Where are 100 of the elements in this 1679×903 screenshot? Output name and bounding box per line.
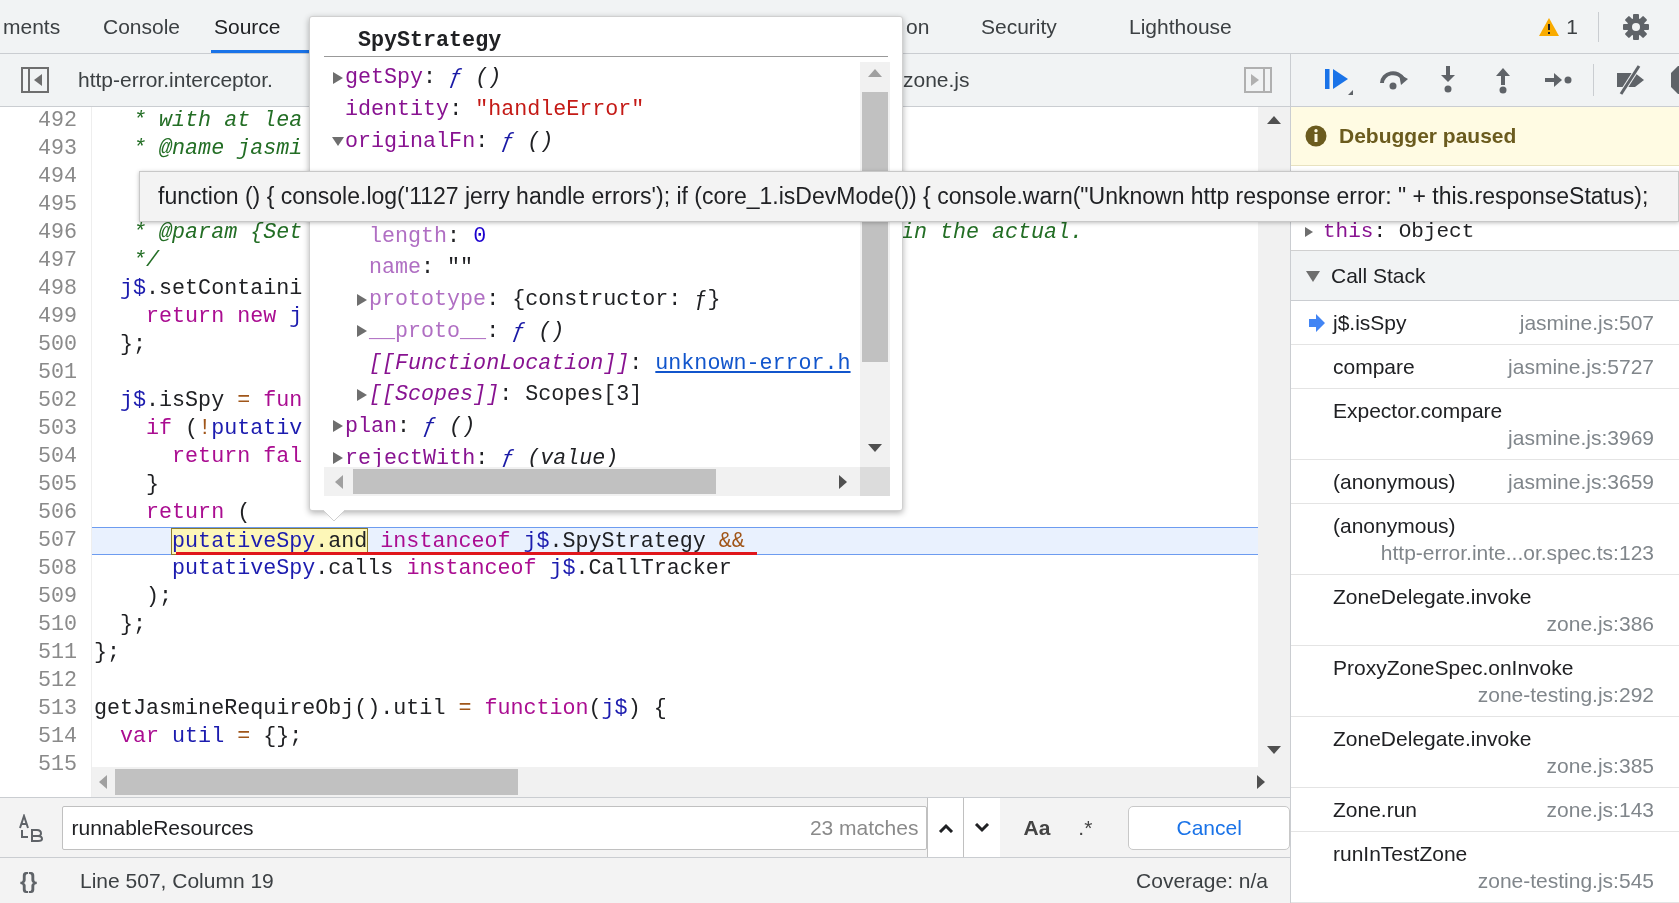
match-case-button[interactable]: Aa — [1023, 815, 1051, 840]
line-number: 497 — [37, 247, 77, 275]
line-number: 514 — [37, 723, 77, 751]
expand-arrow-icon[interactable] — [332, 419, 344, 434]
panel-tab[interactable]: on — [903, 0, 978, 53]
file-tab[interactable]: http-error.interceptor. — [78, 68, 273, 92]
line-number: 504 — [37, 443, 77, 471]
line-number: 500 — [37, 331, 77, 359]
code-line: * @name jasmi — [132, 135, 303, 163]
line-number: 502 — [37, 387, 77, 415]
sidebar-toggle-icon[interactable] — [21, 67, 49, 93]
line-number: 493 — [37, 135, 77, 163]
line-number: 505 — [37, 471, 77, 499]
expand-arrow-icon[interactable] — [332, 70, 344, 85]
call-stack-header[interactable]: Call Stack — [1291, 251, 1679, 301]
warning-icon[interactable] — [1538, 16, 1561, 37]
scrollbar-thumb[interactable] — [115, 769, 518, 795]
source-location[interactable]: jasmine.js:5727 — [1508, 353, 1654, 380]
function-name: j$.isSpy — [1333, 310, 1407, 336]
panel-tab[interactable]: Lighthouse — [1126, 0, 1235, 53]
function-name: ZoneDelegate.invoke — [1333, 726, 1532, 752]
code-line: j$.isSpy = fun — [119, 387, 303, 415]
panel-tab[interactable]: Security — [978, 0, 1126, 53]
expand-arrow-icon[interactable] — [332, 451, 344, 466]
replace-toggle-icon[interactable] — [18, 813, 45, 842]
call-stack-item[interactable]: compare jasmine.js:5727 — [1291, 345, 1679, 389]
object-property: getSpy: ƒ () — [345, 65, 502, 91]
scrollbar-corner — [860, 467, 890, 496]
line-number: 513 — [37, 695, 77, 723]
panel-tab[interactable]: ments — [0, 0, 100, 53]
line-number: 506 — [37, 499, 77, 527]
coverage-label: Coverage: n/a — [1136, 868, 1268, 893]
scrollbar-thumb[interactable] — [353, 469, 716, 494]
scroll-right-icon[interactable] — [1257, 775, 1266, 789]
paused-message: Debugger paused — [1339, 124, 1517, 148]
code-line: * with at lea — [132, 107, 303, 135]
call-stack-item[interactable]: j$.isSpy jasmine.js:507 — [1291, 301, 1679, 345]
line-number: 498 — [37, 275, 77, 303]
sidebar-toggle-icon[interactable] — [1244, 67, 1272, 93]
call-stack-item[interactable]: ZoneDelegate.invoke zone.js:386 — [1291, 575, 1679, 646]
chevron-down-icon — [974, 822, 990, 833]
line-number: 512 — [37, 667, 77, 695]
code-line: }; — [94, 639, 121, 667]
call-stack-item[interactable]: runInTestZone zone-testing.js:545 — [1291, 832, 1679, 903]
info-icon — [1305, 125, 1327, 147]
code-line: if (!putativ — [145, 415, 303, 443]
popover-title: SpyStrategy — [324, 25, 888, 57]
source-location[interactable]: jasmine.js:3969 — [1508, 424, 1654, 451]
expand-arrow-icon[interactable] — [356, 292, 368, 307]
code-line: * @param {Set — [132, 219, 303, 247]
line-number: 511 — [37, 639, 77, 667]
source-location[interactable]: jasmine.js:3659 — [1508, 468, 1654, 495]
code-line: putativeSpy.and instanceof j$.SpyStrategy && — [94, 528, 757, 556]
scroll-down-icon[interactable] — [1267, 746, 1281, 755]
scroll-down-icon[interactable] — [868, 444, 882, 453]
code-line: return fal — [171, 443, 303, 471]
expand-arrow-icon[interactable] — [356, 387, 368, 402]
expand-arrow-icon[interactable] — [1305, 268, 1321, 283]
warning-count[interactable]: 1 — [1566, 14, 1578, 39]
code-line: var util = {}; — [119, 723, 303, 751]
source-location[interactable]: jasmine.js:507 — [1519, 309, 1654, 336]
file-tab[interactable]: zone.js — [903, 68, 970, 92]
settings-icon[interactable] — [1621, 11, 1651, 42]
chevron-up-icon — [937, 822, 954, 833]
call-stack-item[interactable]: ZoneDelegate.invoke zone.js:385 — [1291, 717, 1679, 788]
regex-button[interactable]: .* — [1078, 815, 1093, 840]
expand-arrow-icon[interactable] — [1303, 225, 1315, 238]
function-tooltip: function () { console.log('1127 jerry handle errors'); if (core_1.isDevMode()) { console.warn("Unknown http response error: " + this.responseStatus); — [139, 171, 1679, 222]
source-location[interactable]: zone.js:386 — [1546, 610, 1654, 637]
code-line: in the actual. — [900, 219, 1084, 247]
source-location[interactable]: zone.js:143 — [1546, 796, 1654, 823]
function-name: Expector.compare — [1333, 398, 1503, 424]
line-number: 492 — [37, 107, 77, 135]
line-number: 509 — [37, 583, 77, 611]
call-stack-item[interactable]: Expector.compare jasmine.js:3969 — [1291, 389, 1679, 460]
call-stack-item[interactable]: (anonymous) http-error.inte...or.spec.ts:123 — [1291, 504, 1679, 575]
panel-tab[interactable]: Console — [100, 0, 211, 53]
call-stack-item[interactable]: (anonymous) jasmine.js:3659 — [1291, 460, 1679, 504]
line-number: 510 — [37, 611, 77, 639]
scroll-up-icon[interactable] — [1267, 115, 1281, 124]
search-field[interactable]: runnableResources 23 matches — [62, 805, 928, 850]
source-link[interactable]: unknown-error.h — [655, 350, 851, 376]
cancel-button[interactable]: Cancel — [1128, 805, 1290, 850]
source-location[interactable]: zone-testing.js:292 — [1477, 681, 1654, 708]
expand-arrow-icon[interactable] — [356, 324, 368, 339]
next-match-button[interactable] — [963, 798, 1000, 857]
scroll-right-icon[interactable] — [839, 474, 848, 489]
function-name: (anonymous) — [1333, 469, 1456, 495]
function-name: (anonymous) — [1333, 513, 1456, 539]
object-property: length: 0 — [369, 223, 487, 249]
call-stack-item[interactable]: ProxyZoneSpec.onInvoke zone-testing.js:292 — [1291, 646, 1679, 717]
previous-match-button[interactable] — [927, 798, 964, 857]
call-stack-item[interactable]: Zone.run zone.js:143 — [1291, 788, 1679, 832]
pretty-print-button[interactable]: {} — [10, 867, 80, 894]
source-location[interactable]: zone.js:385 — [1546, 752, 1654, 779]
line-number: 515 — [37, 751, 77, 779]
source-location[interactable]: http-error.inte...or.spec.ts:123 — [1380, 539, 1654, 566]
function-name: compare — [1333, 354, 1415, 380]
source-location[interactable]: zone-testing.js:545 — [1477, 867, 1654, 894]
scope-property[interactable]: this: Object — [1323, 220, 1475, 243]
